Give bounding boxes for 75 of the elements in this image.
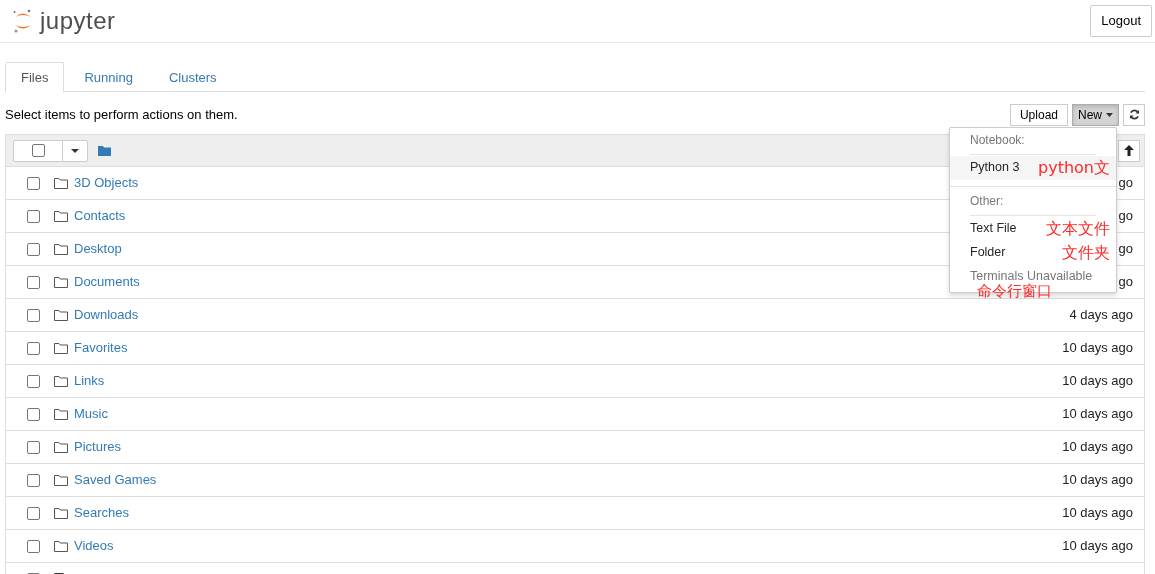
menu-item[interactable]: Folder (950, 240, 1010, 265)
checkbox[interactable] (27, 473, 40, 487)
folder-icon (54, 210, 68, 222)
caret-icon (1106, 112, 1113, 117)
item-link[interactable]: Desktop (74, 239, 122, 259)
menu-section-header: Notebook: (970, 133, 1025, 147)
folder-icon (54, 375, 68, 387)
checkbox[interactable] (27, 275, 40, 289)
checkbox[interactable] (27, 341, 40, 355)
item-link[interactable]: Saved Games (74, 470, 157, 490)
modified-time: go (1118, 174, 1133, 193)
item-link[interactable]: Pictures (74, 437, 121, 457)
folder-icon (54, 474, 68, 486)
folder-icon (54, 540, 68, 552)
menu-item[interactable]: Text File (950, 216, 1021, 241)
item-link[interactable]: Documents (74, 272, 140, 292)
item-link[interactable]: Videos (74, 536, 114, 556)
folder-icon (54, 507, 68, 519)
annotation-text: 文件夹 (1062, 241, 1110, 264)
modified-time: go (1118, 273, 1133, 292)
instructions-text: Select items to perform actions on them. (5, 105, 238, 124)
checkbox[interactable] (27, 506, 40, 520)
annotation-text: 命令行窗口 (977, 282, 1052, 300)
folder-icon (54, 177, 68, 189)
checkbox[interactable] (31, 144, 45, 157)
refresh-icon (1128, 109, 1140, 120)
folder-icon (54, 276, 68, 288)
modified-time: 10 days ago (1062, 471, 1133, 490)
modified-time: 10 days ago (1062, 372, 1133, 391)
modified-time: 10 days ago (1062, 537, 1133, 556)
menu-section-header: Other: (970, 193, 1004, 208)
folder-icon (54, 441, 68, 453)
item-link[interactable]: Contacts (74, 206, 126, 226)
annotation-text: 文本文件 (1046, 217, 1110, 240)
item-link[interactable]: 3D Objects (74, 173, 139, 193)
modified-time: 10 days ago (1062, 339, 1133, 358)
modified-time: 10 days ago (1062, 405, 1133, 424)
refresh-button[interactable] (1123, 103, 1145, 126)
checkbox[interactable] (27, 539, 40, 553)
folder-icon (54, 243, 68, 255)
item-link[interactable]: Downloads (74, 305, 139, 325)
folder-icon (54, 408, 68, 420)
item-link[interactable]: Music (74, 404, 108, 424)
logout-button[interactable]: Logout (1090, 5, 1152, 37)
modified-time: 10 days ago (1062, 504, 1133, 523)
menu-item: Terminals Unavailable (969, 268, 1094, 284)
tab[interactable]: Running (68, 62, 149, 93)
annotation-text: python文 (1038, 156, 1110, 179)
logo-text: jupyter (40, 9, 116, 33)
item-link[interactable]: Searches (74, 503, 129, 523)
folder-icon (54, 309, 68, 321)
folder-icon[interactable] (98, 145, 111, 156)
tab[interactable]: Clusters (152, 62, 233, 93)
modified-time: 4 days ago (1069, 306, 1133, 325)
modified-time: go (1118, 207, 1133, 226)
item-link[interactable]: Links (74, 371, 105, 391)
checkbox[interactable] (27, 308, 40, 322)
sort-button[interactable] (1118, 139, 1140, 162)
up-arrow-icon (1124, 145, 1134, 156)
item-link[interactable]: Favorites (74, 338, 128, 358)
checkbox[interactable] (27, 176, 40, 190)
select-all-dropdown[interactable] (13, 139, 88, 162)
new-button[interactable]: New (1072, 103, 1119, 126)
modified-time: go (1118, 240, 1133, 259)
checkbox[interactable] (27, 407, 40, 421)
menu-item[interactable]: Python 3 (950, 155, 1024, 180)
checkbox[interactable] (27, 440, 40, 454)
checkbox[interactable] (27, 242, 40, 256)
upload-button[interactable]: Upload (1009, 103, 1068, 126)
caret-icon (71, 148, 79, 153)
tab[interactable]: Files (5, 62, 65, 93)
checkbox[interactable] (27, 374, 40, 388)
checkbox[interactable] (27, 209, 40, 223)
folder-icon (54, 342, 68, 354)
modified-time: 10 days ago (1062, 438, 1133, 457)
